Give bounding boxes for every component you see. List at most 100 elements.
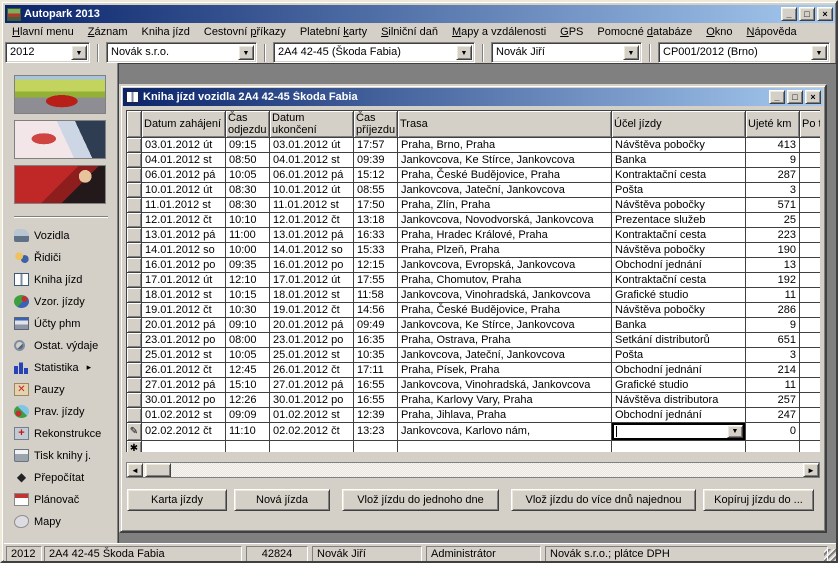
tacho-cell[interactable]: [800, 198, 821, 213]
purpose-cell[interactable]: Setkání distributorů: [612, 333, 746, 348]
dep-time-cell[interactable]: 08:50: [226, 153, 270, 168]
km-cell[interactable]: 11: [746, 378, 800, 393]
arr-time-cell[interactable]: 08:55: [354, 183, 398, 198]
tacho-cell[interactable]: [800, 363, 821, 378]
dep-time-cell[interactable]: 09:35: [226, 258, 270, 273]
start-date-cell[interactable]: 27.01.2012 pá: [142, 378, 226, 393]
sidebar-item-regular-trips[interactable]: Prav. jízdy: [14, 404, 117, 419]
row-selector[interactable]: [127, 333, 142, 348]
menu-mapy-a-vzdalenosti[interactable]: Mapy a vzdálenosti: [445, 24, 553, 40]
tacho-cell[interactable]: [800, 243, 821, 258]
purpose-cell-editing[interactable]: ▼: [612, 423, 746, 441]
row-selector[interactable]: [127, 168, 142, 183]
route-cell[interactable]: [398, 441, 612, 453]
sidebar-item-reconstruction[interactable]: Rekonstrukce: [14, 426, 117, 441]
km-cell[interactable]: 214: [746, 363, 800, 378]
menu-napoveda[interactable]: Nápověda: [740, 24, 804, 40]
end-date-cell[interactable]: 14.01.2012 so: [270, 243, 354, 258]
dep-time-cell[interactable]: [226, 441, 270, 453]
tacho-cell[interactable]: [800, 408, 821, 423]
column-header-7[interactable]: Ujeté km: [746, 111, 800, 138]
end-date-cell[interactable]: 16.01.2012 po: [270, 258, 354, 273]
purpose-cell[interactable]: Pošta: [612, 183, 746, 198]
dep-time-cell[interactable]: 09:09: [226, 408, 270, 423]
edit-pencil-icon[interactable]: ✎: [127, 423, 142, 441]
menu-silnicni-dan[interactable]: Silniční daň: [374, 24, 445, 40]
dep-time-cell[interactable]: 10:05: [226, 168, 270, 183]
row-selector[interactable]: [127, 138, 142, 153]
menu-cestovni-prikazy[interactable]: Cestovní příkazy: [197, 24, 293, 40]
minimize-button[interactable]: _: [781, 7, 797, 21]
route-cell[interactable]: Praha, Zlín, Praha: [398, 198, 612, 213]
logbook-window-titlebar[interactable]: Kniha jízd vozidla 2A4 42-45 Škoda Fabia…: [123, 88, 823, 106]
km-cell[interactable]: 257: [746, 393, 800, 408]
purpose-cell[interactable]: Pošta: [612, 348, 746, 363]
menu-kniha-jizd[interactable]: Kniha jízd: [135, 24, 197, 40]
sidebar-item-route-template[interactable]: Vzor. jízdy: [14, 294, 117, 309]
tacho-cell[interactable]: [800, 153, 821, 168]
arr-time-cell[interactable]: 15:33: [354, 243, 398, 258]
arr-time-cell[interactable]: 17:55: [354, 273, 398, 288]
arr-time-cell[interactable]: 13:18: [354, 213, 398, 228]
route-cell[interactable]: Jankovcova, Vinohradská, Jankovcova: [398, 378, 612, 393]
start-date-cell[interactable]: 26.01.2012 čt: [142, 363, 226, 378]
row-selector[interactable]: [127, 303, 142, 318]
row-selector[interactable]: [127, 273, 142, 288]
trip-card-button[interactable]: Karta jízdy: [127, 489, 227, 511]
dropdown-arrow-icon[interactable]: ▼: [238, 45, 254, 60]
dep-time-cell[interactable]: 12:26: [226, 393, 270, 408]
dep-time-cell[interactable]: 08:30: [226, 183, 270, 198]
window-titlebar[interactable]: Autopark 2013 _ □ ×: [5, 5, 835, 23]
end-date-cell[interactable]: 03.01.2012 út: [270, 138, 354, 153]
end-date-cell[interactable]: 04.01.2012 st: [270, 153, 354, 168]
tacho-cell[interactable]: [800, 333, 821, 348]
start-date-cell[interactable]: 14.01.2012 so: [142, 243, 226, 258]
route-cell[interactable]: Praha, České Budějovice, Praha: [398, 303, 612, 318]
end-date-cell[interactable]: 06.01.2012 pá: [270, 168, 354, 183]
arr-time-cell[interactable]: 11:58: [354, 288, 398, 303]
route-cell[interactable]: Jankovcova, Novodvorská, Jankovcova: [398, 213, 612, 228]
sidebar-item-statistics[interactable]: Statistika▸: [14, 360, 117, 375]
km-cell[interactable]: 0: [746, 423, 800, 441]
purpose-cell[interactable]: Obchodní jednání: [612, 363, 746, 378]
dropdown-arrow-icon[interactable]: ▼: [623, 45, 639, 60]
row-selector[interactable]: [127, 153, 142, 168]
arr-time-cell[interactable]: 09:49: [354, 318, 398, 333]
arr-time-cell[interactable]: 17:11: [354, 363, 398, 378]
year-combo[interactable]: 2012▼: [5, 42, 90, 63]
end-date-cell[interactable]: 11.01.2012 st: [270, 198, 354, 213]
route-cell[interactable]: Jankovcova, Ke Stírce, Jankovcova: [398, 318, 612, 333]
sidebar-item-recalculate[interactable]: Přepočítat: [14, 470, 117, 485]
start-date-cell[interactable]: 16.01.2012 po: [142, 258, 226, 273]
row-selector[interactable]: [127, 348, 142, 363]
dep-time-cell[interactable]: 08:30: [226, 198, 270, 213]
route-cell[interactable]: Jankovcova, Jateční, Jankovcova: [398, 348, 612, 363]
purpose-cell[interactable]: Návštěva pobočky: [612, 303, 746, 318]
dep-time-cell[interactable]: 08:00: [226, 333, 270, 348]
route-cell[interactable]: Praha, Hradec Králové, Praha: [398, 228, 612, 243]
start-date-cell[interactable]: 25.01.2012 st: [142, 348, 226, 363]
copy-trip-button[interactable]: Kopíruj jízdu do ...: [703, 489, 814, 511]
dep-time-cell[interactable]: 11:10: [226, 423, 270, 441]
purpose-cell[interactable]: Obchodní jednání: [612, 258, 746, 273]
row-selector[interactable]: [127, 363, 142, 378]
tacho-cell[interactable]: [800, 303, 821, 318]
end-date-cell[interactable]: [270, 441, 354, 453]
new-trip-button[interactable]: Nová jízda: [234, 489, 330, 511]
new-row-icon[interactable]: ✱: [127, 441, 142, 453]
km-cell[interactable]: 247: [746, 408, 800, 423]
end-date-cell[interactable]: 23.01.2012 po: [270, 333, 354, 348]
end-date-cell[interactable]: 20.01.2012 pá: [270, 318, 354, 333]
route-cell[interactable]: Jankovcova, Evropská, Jankovcova: [398, 258, 612, 273]
start-date-cell[interactable]: 30.01.2012 po: [142, 393, 226, 408]
arr-time-cell[interactable]: 12:15: [354, 258, 398, 273]
km-cell[interactable]: 286: [746, 303, 800, 318]
km-cell[interactable]: 223: [746, 228, 800, 243]
dep-time-cell[interactable]: 10:05: [226, 348, 270, 363]
purpose-cell[interactable]: Banka: [612, 318, 746, 333]
row-selector[interactable]: [127, 183, 142, 198]
km-cell[interactable]: 190: [746, 243, 800, 258]
end-date-cell[interactable]: 10.01.2012 út: [270, 183, 354, 198]
sidebar-item-fuel-accounts[interactable]: Účty phm: [14, 316, 117, 331]
route-cell[interactable]: Jankovcova, Jateční, Jankovcova: [398, 183, 612, 198]
